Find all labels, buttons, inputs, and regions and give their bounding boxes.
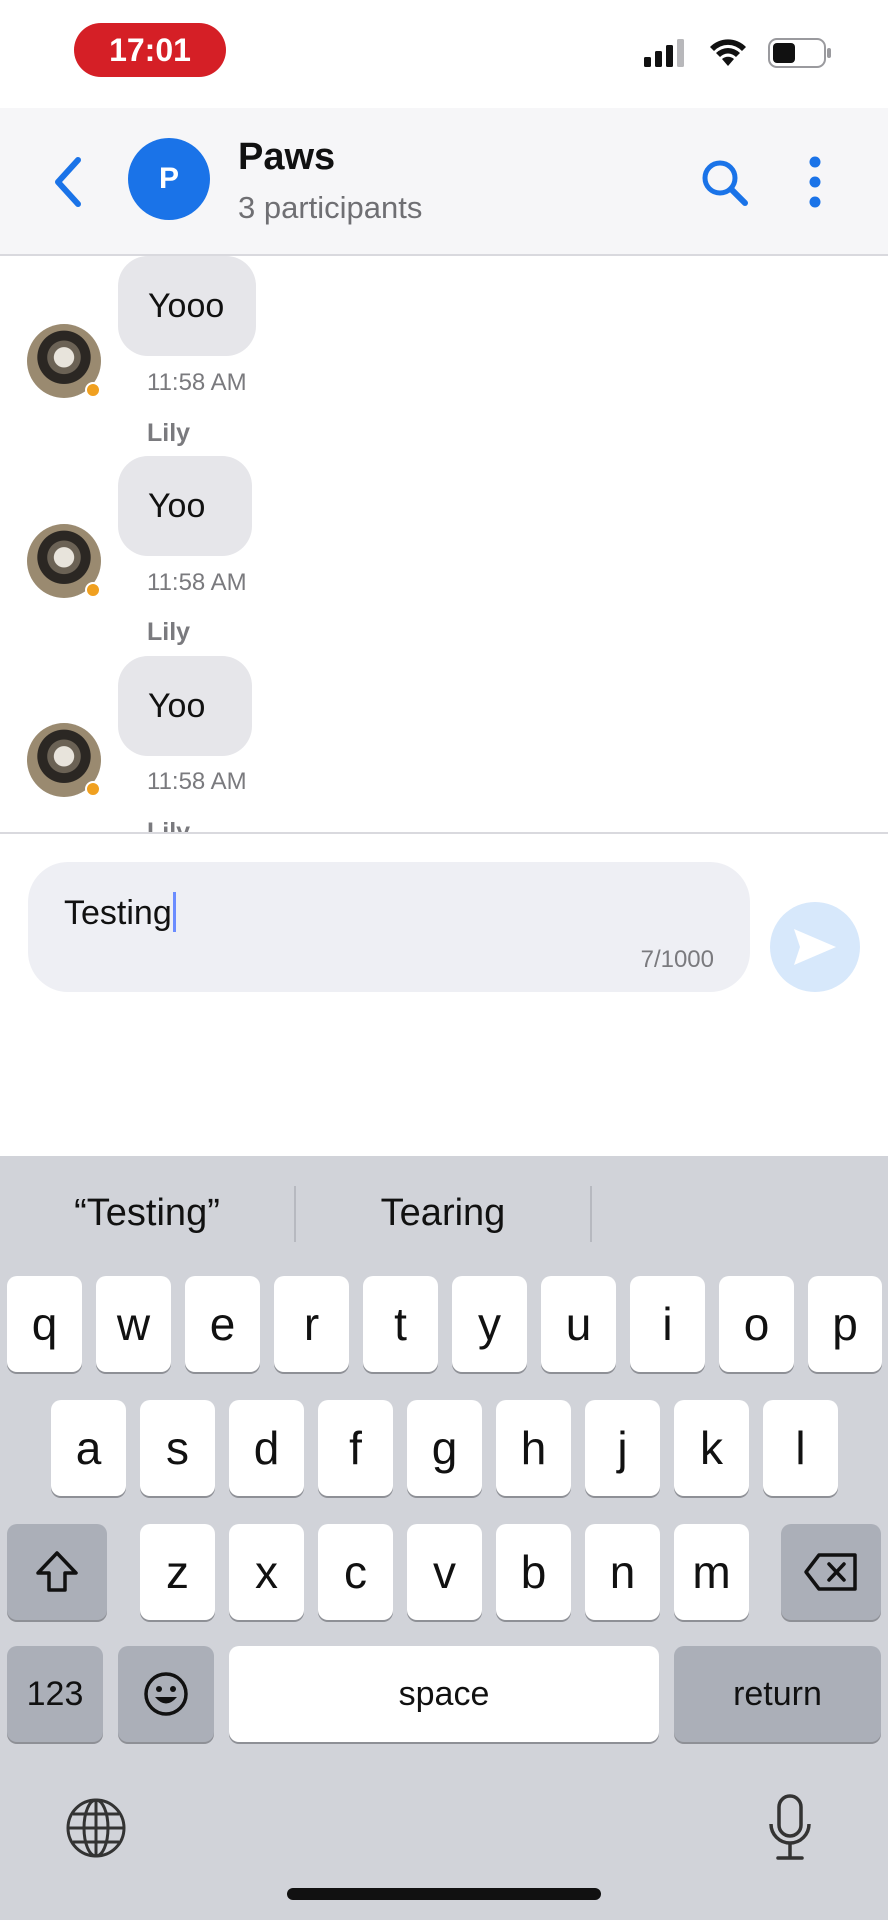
search-button[interactable] bbox=[698, 156, 750, 208]
globe-icon bbox=[66, 1798, 126, 1858]
message-time: 11:58 AM bbox=[147, 768, 247, 795]
back-button[interactable] bbox=[46, 152, 90, 212]
key-s[interactable]: s bbox=[140, 1400, 215, 1496]
key-t[interactable]: t bbox=[363, 1276, 438, 1372]
key-h[interactable]: h bbox=[496, 1400, 571, 1496]
status-bar: 17:01 bbox=[0, 0, 888, 108]
message-input[interactable]: Testing 7/1000 bbox=[28, 862, 750, 992]
key-d[interactable]: d bbox=[229, 1400, 304, 1496]
key-y[interactable]: y bbox=[452, 1276, 527, 1372]
text-caret bbox=[172, 892, 176, 932]
key-o[interactable]: o bbox=[719, 1276, 794, 1372]
sender-avatar[interactable] bbox=[27, 524, 101, 598]
microphone-icon bbox=[769, 1794, 811, 1860]
key-a[interactable]: a bbox=[51, 1400, 126, 1496]
key-w[interactable]: w bbox=[96, 1276, 171, 1372]
key-c[interactable]: c bbox=[318, 1524, 393, 1620]
key-m[interactable]: m bbox=[674, 1524, 749, 1620]
dictation-button[interactable] bbox=[766, 1792, 814, 1864]
predictive-bar: “Testing” Tearing bbox=[0, 1156, 888, 1272]
message-time: 11:58 AM bbox=[147, 569, 247, 596]
message-bubble[interactable]: Yooo bbox=[118, 256, 256, 356]
message-input-text[interactable]: Testing bbox=[64, 892, 176, 933]
search-icon bbox=[702, 160, 748, 206]
key-v[interactable]: v bbox=[407, 1524, 482, 1620]
character-count: 7/1000 bbox=[640, 946, 714, 973]
delete-key[interactable] bbox=[781, 1524, 881, 1620]
key-f[interactable]: f bbox=[318, 1400, 393, 1496]
suggestion-item[interactable]: Tearing bbox=[296, 1182, 590, 1244]
key-b[interactable]: b bbox=[496, 1524, 571, 1620]
presence-dot bbox=[85, 781, 101, 797]
key-l[interactable]: l bbox=[763, 1400, 838, 1496]
group-avatar[interactable]: P bbox=[128, 138, 210, 220]
key-i[interactable]: i bbox=[630, 1276, 705, 1372]
emoji-icon bbox=[144, 1672, 188, 1716]
shift-icon bbox=[36, 1551, 78, 1592]
sender-name: Lily bbox=[147, 419, 191, 447]
presence-dot bbox=[85, 582, 101, 598]
numbers-key[interactable]: 123 bbox=[7, 1646, 103, 1742]
space-key[interactable]: space bbox=[229, 1646, 659, 1742]
key-p[interactable]: p bbox=[808, 1276, 882, 1372]
message-list[interactable]: Yooo 11:58 AM Lily Yoo 11:58 AM Lily Yoo… bbox=[0, 256, 888, 832]
key-r[interactable]: r bbox=[274, 1276, 349, 1372]
sender-avatar[interactable] bbox=[27, 324, 101, 398]
sender-name: Lily bbox=[147, 818, 191, 832]
shift-key[interactable] bbox=[7, 1524, 107, 1620]
battery-icon bbox=[768, 38, 831, 68]
home-indicator[interactable] bbox=[287, 1888, 601, 1900]
send-button[interactable] bbox=[770, 902, 860, 992]
emoji-key[interactable] bbox=[118, 1646, 214, 1742]
return-key[interactable]: return bbox=[674, 1646, 881, 1742]
key-k[interactable]: k bbox=[674, 1400, 749, 1496]
key-q[interactable]: q bbox=[7, 1276, 82, 1372]
globe-button[interactable] bbox=[64, 1796, 128, 1860]
key-e[interactable]: e bbox=[185, 1276, 260, 1372]
backspace-icon bbox=[804, 1553, 857, 1591]
suggestion-item[interactable] bbox=[592, 1182, 886, 1244]
key-u[interactable]: u bbox=[541, 1276, 616, 1372]
key-z[interactable]: z bbox=[140, 1524, 215, 1620]
sender-avatar[interactable] bbox=[27, 723, 101, 797]
chat-header: P Paws 3 participants bbox=[0, 108, 888, 256]
presence-dot bbox=[85, 382, 101, 398]
suggestion-item[interactable]: “Testing” bbox=[0, 1182, 294, 1244]
chevron-left-icon bbox=[55, 157, 81, 207]
wifi-icon bbox=[710, 39, 746, 66]
key-g[interactable]: g bbox=[407, 1400, 482, 1496]
key-x[interactable]: x bbox=[229, 1524, 304, 1620]
message-time: 11:58 AM bbox=[147, 369, 247, 396]
status-icons bbox=[644, 38, 832, 68]
sender-name: Lily bbox=[147, 618, 191, 646]
keyboard: “Testing” Tearing q w e r t y u i o p a … bbox=[0, 1156, 888, 1920]
status-time[interactable]: 17:01 bbox=[74, 23, 226, 77]
more-vertical-icon bbox=[809, 156, 821, 208]
message-composer: Testing 7/1000 bbox=[0, 832, 888, 1158]
chat-title[interactable]: Paws bbox=[238, 136, 335, 179]
key-n[interactable]: n bbox=[585, 1524, 660, 1620]
key-j[interactable]: j bbox=[585, 1400, 660, 1496]
send-icon bbox=[794, 929, 836, 965]
more-options-button[interactable] bbox=[800, 154, 830, 210]
cellular-signal-icon bbox=[644, 39, 684, 67]
message-bubble[interactable]: Yoo bbox=[118, 656, 252, 756]
participants-count[interactable]: 3 participants bbox=[238, 190, 422, 226]
message-bubble[interactable]: Yoo bbox=[118, 456, 252, 556]
